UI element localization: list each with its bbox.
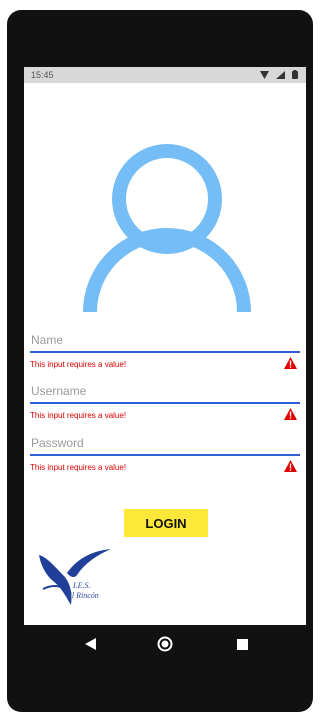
name-input[interactable] (30, 330, 301, 350)
name-underline (30, 351, 300, 353)
wifi-icon (260, 67, 269, 84)
recents-icon[interactable] (232, 634, 252, 654)
name-field (30, 330, 301, 353)
user-avatar-icon (83, 144, 251, 312)
status-bar: 15:45 (24, 67, 306, 83)
password-error-text: This input requires a value! (30, 463, 127, 472)
username-error-text: This input requires a value! (30, 411, 127, 420)
status-icons (260, 69, 298, 81)
logo-text-school-name: El Rincón (67, 591, 99, 600)
battery-icon (292, 67, 298, 84)
school-logo: I.E.S. El Rincón (33, 545, 113, 609)
username-underline (30, 402, 300, 404)
navigation-bar (24, 625, 306, 663)
login-button[interactable]: LOGIN (124, 509, 208, 537)
back-icon[interactable] (80, 634, 100, 654)
name-warning-icon (284, 357, 297, 369)
name-error-text: This input requires a value! (30, 360, 127, 369)
username-warning-icon (284, 408, 297, 420)
password-field (30, 433, 301, 456)
app-screen: 15:45 This input requires a value! T (24, 67, 306, 625)
logo-text-ies: I.E.S. (73, 581, 91, 590)
username-input[interactable] (30, 381, 301, 401)
signal-icon (276, 67, 285, 84)
password-input[interactable] (30, 433, 301, 453)
status-time: 15:45 (31, 70, 54, 80)
password-warning-icon (284, 460, 297, 472)
username-field (30, 381, 301, 404)
home-icon[interactable] (155, 634, 175, 654)
password-underline (30, 454, 300, 456)
